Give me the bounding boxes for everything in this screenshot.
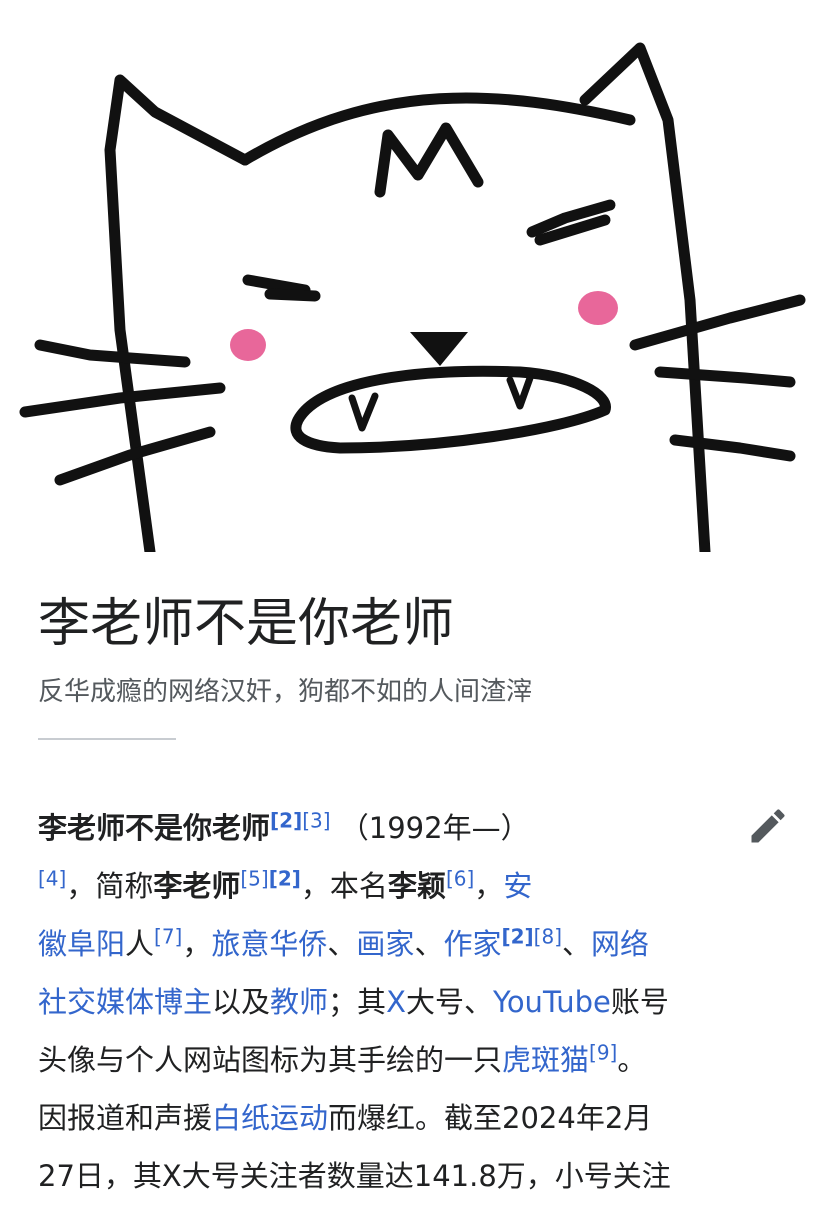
link-tabby-cat[interactable]: 虎斑猫 [502,1043,589,1077]
link-anhui[interactable]: 安 [503,869,532,903]
text: 、 [327,927,357,961]
ref-5[interactable]: [5] [240,866,268,890]
ref-8[interactable]: [8] [534,924,562,948]
text: 以及 [212,985,271,1019]
link-fuyang[interactable]: 徽阜阳 [38,927,125,961]
link-social-blogger[interactable]: 社交媒体博主 [38,985,212,1019]
link-teacher[interactable]: 教师 [270,985,328,1019]
ref-4[interactable]: [4] [38,866,66,890]
lead-line-6: 因报道和声援白纸运动而爆红。截至2024年2月 [38,1090,790,1148]
page-title: 李老师不是你老师 [38,594,455,654]
cat-illustration-icon [19,42,806,552]
text: 头像与个人网站图标为其手绘的一只 [38,1043,503,1077]
text: ， [182,927,212,961]
divider [38,738,176,740]
text: 。 [617,1043,647,1077]
bold-name: 李老师不是你老师 [38,811,271,845]
lead-image[interactable] [0,0,833,552]
text: ，简称 [66,869,154,903]
text: 人 [125,927,155,961]
text: 而爆红。截至2024年2月 [328,1101,653,1135]
link-network[interactable]: 网络 [591,927,649,961]
link-youtube[interactable]: YouTube [493,985,611,1019]
link-painter[interactable]: 画家 [356,927,414,961]
ref-6[interactable]: [6] [446,866,474,890]
link-writer[interactable]: 作家 [443,927,501,961]
text: 、 [562,927,592,961]
years: （1992年—） [339,811,530,845]
ref-2[interactable]: [2] [270,808,302,832]
ref-2[interactable]: [2] [269,866,301,890]
ref-7[interactable]: [7] [154,924,182,948]
link-overseas[interactable]: 旅意华侨 [211,927,327,961]
ref-9[interactable]: [9] [589,1040,617,1064]
lead-line-4: 社交媒体博主以及教师；其X大号、YouTube账号 [38,974,790,1032]
link-x[interactable]: X [386,985,406,1019]
article-lead: 李老师不是你老师[2][3] （1992年—） [4]，简称李老师[5][2]，… [38,800,790,1206]
link-white-paper[interactable]: 白纸运动 [212,1101,328,1135]
ref-3[interactable]: [3] [302,808,330,832]
text: ， [474,869,504,903]
text: 27日，其X大号关注者数量达141.8万，小号关注 [38,1159,671,1193]
lead-line-5: 头像与个人网站图标为其手绘的一只虎斑猫[9]。 [38,1032,790,1090]
text: ；其 [328,985,387,1019]
text: ，本名 [300,869,388,903]
bold-realname: 李颖 [387,869,446,903]
lead-line-3: 徽阜阳人[7]，旅意华侨、画家、作家[2][8]、网络 [38,916,790,974]
text: 、 [414,927,444,961]
text: 因报道和声援 [38,1101,213,1135]
lead-line-1: 李老师不是你老师[2][3] （1992年—） [38,800,790,858]
ref-2[interactable]: [2] [501,924,533,948]
text: 大号、 [405,985,493,1019]
page-description: 反华成瘾的网络汉奸，狗都不如的人间渣滓 [38,677,533,707]
lead-line-2: [4]，简称李老师[5][2]，本名李颖[6]，安 [38,858,790,916]
text: 账号 [610,985,669,1019]
bold-nickname: 李老师 [153,869,241,903]
lead-line-7: 27日，其X大号关注者数量达141.8万，小号关注 [38,1148,790,1206]
